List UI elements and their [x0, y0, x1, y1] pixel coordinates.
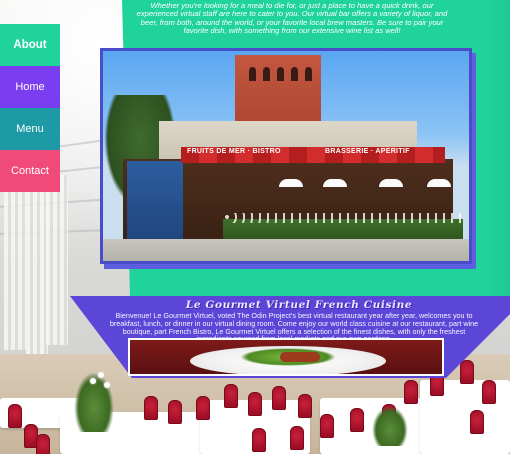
restaurant-title: Le Gourmet Virtuel French Cuisine [185, 299, 413, 311]
side-navigation: About Home Menu Contact [0, 24, 60, 192]
food-dish-photo [128, 338, 444, 376]
nav-item-about[interactable]: About [0, 24, 60, 66]
nav-item-contact[interactable]: Contact [0, 150, 60, 192]
nav-item-menu[interactable]: Menu [0, 108, 60, 150]
awning-sign-right: BRASSERIE · APERITIF [325, 148, 410, 155]
nav-item-home-label: Home [15, 81, 45, 93]
nav-item-menu-label: Menu [16, 123, 44, 135]
awning-sign-left: FRUITS DE MER · BISTRO [187, 148, 281, 155]
nav-item-home[interactable]: Home [0, 66, 60, 108]
storefront-photo: FRUITS DE MER · BISTRO BRASSERIE · APERI… [100, 48, 472, 264]
nav-item-contact-label: Contact [11, 165, 49, 177]
nav-item-about-label: About [13, 39, 47, 51]
storefront-awning: FRUITS DE MER · BISTRO BRASSERIE · APERI… [181, 147, 445, 163]
intro-paragraph: Whether you're looking for a meal to die… [136, 1, 448, 36]
